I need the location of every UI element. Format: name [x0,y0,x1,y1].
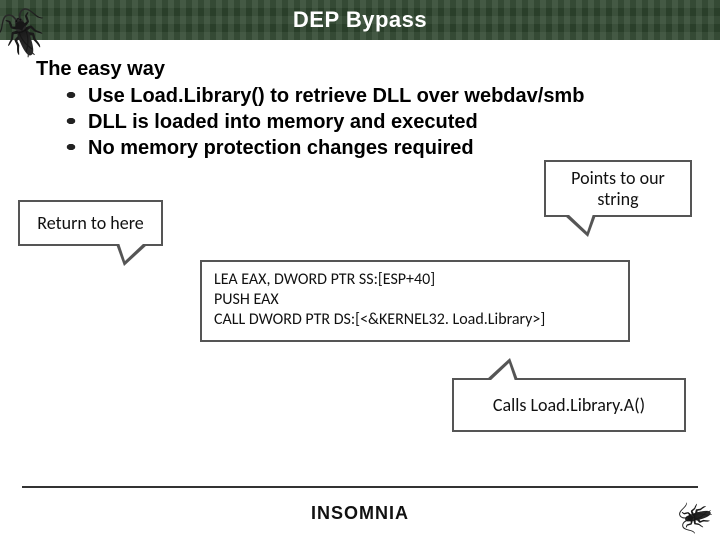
callout-points-to-string: Points to our string [544,160,692,217]
content-area: The easy way Use Load.Library() to retri… [0,40,720,161]
callout-text: string [597,188,638,210]
callout-return-here: Return to here [18,200,163,246]
callout-text: Points to our [571,167,665,189]
code-line: PUSH EAX [214,290,616,310]
code-line: CALL DWORD PTR DS:[<&KERNEL32. Load.Libr… [214,310,616,330]
callout-text: Calls Load.Library.A() [493,394,645,416]
callout-text: Return to here [37,212,143,234]
bullet-item: DLL is loaded into memory and executed [64,109,684,135]
footer-logo: INSOMNIA [0,503,720,524]
callout-calls-loadlibrary: Calls Load.Library.A() [452,378,686,432]
assembly-code-box: LEA EAX, DWORD PTR SS:[ESP+40] PUSH EAX … [200,260,630,342]
footer-rule [22,486,698,488]
bullet-item: Use Load.Library() to retrieve DLL over … [64,83,684,109]
bullet-item: No memory protection changes required [64,135,684,161]
heading: The easy way [36,58,684,81]
bug-icon: 🪳 [672,494,718,541]
slide-title: DEP Bypass [293,7,427,33]
bullet-list: Use Load.Library() to retrieve DLL over … [64,83,684,161]
title-bar: 🪳 DEP Bypass [0,0,720,40]
code-line: LEA EAX, DWORD PTR SS:[ESP+40] [214,270,616,290]
